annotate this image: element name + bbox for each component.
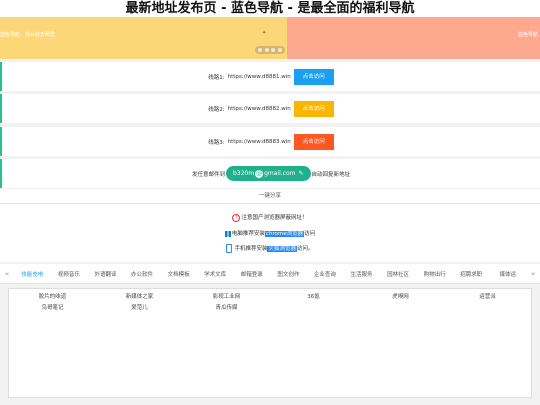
tab-media[interactable]: 媒体运: [490, 270, 527, 278]
visit-button-2[interactable]: 点击访问: [293, 100, 334, 117]
mobile-text-pre: 手机推荐安装: [234, 246, 268, 252]
tab-creation[interactable]: 图文创作: [270, 270, 307, 278]
email-user: b320m: [232, 170, 255, 177]
link-item[interactable]: 运营派: [444, 292, 531, 300]
at-icon: @: [255, 169, 264, 178]
line-label: 线路1:: [208, 74, 225, 81]
pencil-icon: ✎: [298, 170, 304, 177]
link-item[interactable]: 虎嗅网: [357, 292, 444, 300]
line-url: https://www.d8881.win: [227, 73, 291, 80]
notice-line-desktop: 电脑推荐安装chrome浏览器访问: [0, 229, 540, 237]
phone-icon: [226, 244, 233, 253]
line-url: https://www.d8882.win: [227, 105, 291, 112]
carousel-dot[interactable]: [257, 48, 262, 52]
links-grid: 胶片的味道 新媒体之家 影视工业网 36氪 虎嗅网 运营派 鸟哥笔记 爱范儿 青…: [9, 289, 531, 311]
link-item[interactable]: 36氪: [270, 292, 357, 300]
email-domain: gmail.com: [264, 170, 296, 177]
line-card-2: 线路2: https://www.d8882.win 点击访问: [0, 94, 540, 123]
tab-community[interactable]: 园林社区: [380, 270, 417, 278]
tab-templates[interactable]: 文档模板: [160, 270, 197, 278]
banner-carousel[interactable]: 蓝色导航，找么就去那里 ✦ 蓝色导航: [0, 17, 540, 59]
email-prefix-text: 发任意邮件到: [191, 171, 225, 178]
carousel-dot[interactable]: [278, 48, 283, 52]
banner-slide-left[interactable]: 蓝色导航，找么就去那里 ✦: [0, 17, 287, 59]
link-item[interactable]: 胶片的味道: [9, 292, 96, 300]
visit-button-1[interactable]: 点击访问: [293, 68, 334, 85]
firefox-link[interactable]: 火狐浏览器: [267, 246, 297, 252]
category-tabs: « 技能充电 视频音乐 外语翻译 办公软件 文档模板 学术文库 邮箱登录 图文创…: [0, 264, 540, 284]
line-label: 线路3:: [208, 139, 225, 146]
notice-warning-text: 注意国产浏览器屏蔽网址！: [241, 215, 308, 221]
tab-skills[interactable]: 技能充电: [14, 270, 51, 278]
line-label: 线路2:: [208, 106, 225, 113]
share-button[interactable]: 一键分享: [0, 189, 540, 203]
notice-line-warning: ! 注意国产浏览器屏蔽网址！: [0, 213, 540, 222]
links-panel: 胶片的味道 新媒体之家 影视工业网 36氪 虎嗅网 运营派 鸟哥笔记 爱范儿 青…: [8, 288, 532, 398]
desktop-text-pre: 电脑推荐安装: [231, 231, 265, 237]
tab-email[interactable]: 邮箱登录: [233, 270, 270, 278]
tab-academic[interactable]: 学术文库: [197, 270, 234, 278]
line-card-1: 线路1: https://www.d8881.win 点击访问: [0, 62, 540, 91]
tab-life[interactable]: 生活服务: [343, 270, 380, 278]
carousel-indicator[interactable]: [255, 46, 285, 54]
email-address-button[interactable]: b320m @ gmail.com ✎: [225, 166, 311, 181]
email-card: 发任意邮件到 b320m @ gmail.com ✎ 自动回复新地址: [0, 159, 540, 188]
tab-jobs[interactable]: 招聘求职: [453, 270, 490, 278]
link-item[interactable]: 影视工业网: [183, 292, 270, 300]
sparkle-icon: ✦: [262, 30, 267, 36]
email-suffix-text: 自动回复新地址: [311, 171, 351, 178]
chrome-link[interactable]: chrome浏览器: [264, 231, 305, 237]
carousel-dot[interactable]: [264, 48, 269, 52]
page-title: 最新地址发布页 - 蓝色导航 - 是最全面的福利导航: [0, 0, 540, 17]
tab-office[interactable]: 办公软件: [124, 270, 161, 278]
banner-left-text: 蓝色导航，找么就去那里: [0, 32, 56, 38]
tab-video-music[interactable]: 视频音乐: [51, 270, 88, 278]
tabs-next-arrow[interactable]: »: [526, 270, 540, 278]
visit-button-3[interactable]: 点击访问: [293, 133, 334, 150]
link-item[interactable]: 新媒体之家: [96, 292, 183, 300]
carousel-dot[interactable]: [271, 48, 276, 52]
tabs-prev-arrow[interactable]: «: [0, 270, 14, 278]
mobile-text-post: 访问。: [297, 246, 314, 252]
tab-translate[interactable]: 外语翻译: [87, 270, 124, 278]
link-item[interactable]: 爱范儿: [96, 303, 183, 311]
desktop-text-post: 访问: [304, 231, 316, 237]
line-url: https://www.d8883.win: [227, 138, 291, 145]
tab-shopping[interactable]: 购物出行: [416, 270, 453, 278]
line-card-3: 线路3: https://www.d8883.win 点击访问: [0, 127, 540, 156]
link-item[interactable]: 青瓜传媒: [183, 303, 270, 311]
windows-icon: [224, 230, 231, 237]
banner-slide-right[interactable]: 蓝色导航: [287, 17, 540, 59]
link-item[interactable]: 鸟哥笔记: [9, 303, 96, 311]
warning-icon: !: [232, 213, 241, 222]
notice-line-mobile: 手机推荐安装火狐浏览器访问。: [0, 244, 540, 253]
browser-notice: ! 注意国产浏览器屏蔽网址！ 电脑推荐安装chrome浏览器访问 手机推荐安装火狐…: [0, 203, 540, 262]
banner-right-text: 蓝色导航: [517, 32, 538, 38]
tab-company[interactable]: 企业查询: [307, 270, 344, 278]
